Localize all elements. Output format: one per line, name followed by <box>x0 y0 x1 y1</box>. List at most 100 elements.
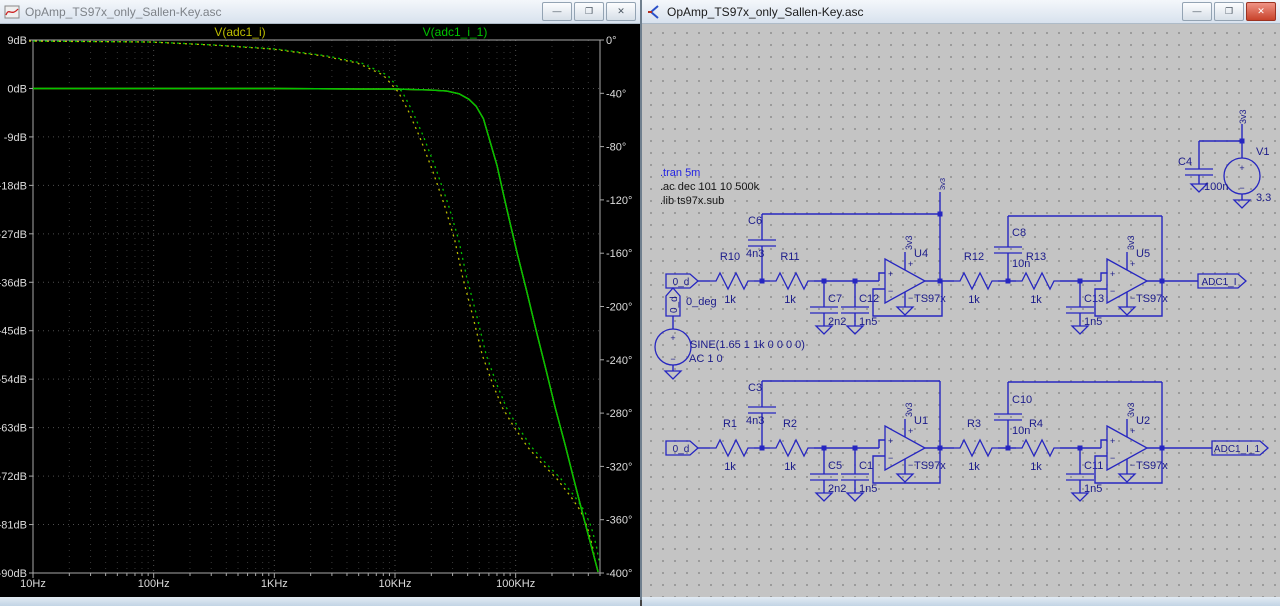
schematic-minimize-button[interactable]: — <box>1182 2 1212 21</box>
u1-part: TS97x <box>914 460 946 472</box>
schematic-drawing[interactable]: .tran 5m .ac dec 101 10 500k .lib ts97x.… <box>642 24 1277 592</box>
resistor-r11[interactable]: R11 1k <box>770 251 814 306</box>
waveform-minimize-button[interactable]: — <box>542 2 572 21</box>
opamp-u4[interactable]: + − + − 3v3 U4 TS97x <box>872 235 946 317</box>
capacitor-c10[interactable]: C10 10n <box>994 382 1032 448</box>
net-label-3v3-stub[interactable]: 3v3 <box>938 178 947 190</box>
y-left-tick-label: -18dB <box>0 180 27 192</box>
trace-label-adc1-i[interactable]: V(adc1_i) <box>214 25 265 39</box>
c12-name: C12 <box>859 293 879 305</box>
y-right-tick-label: -40° <box>606 88 626 100</box>
waveform-window: OpAmp_TS97x_only_Sallen-Key.asc — ❐ ✕ 9d… <box>0 0 642 606</box>
waveform-maximize-button[interactable]: ❐ <box>574 2 604 21</box>
r4-value: 1k <box>1030 461 1042 473</box>
source-plus: + <box>670 333 675 343</box>
minimize-icon: — <box>1192 6 1202 16</box>
y-right-tick-label: -160° <box>606 248 632 260</box>
y-left-tick-label: 0dB <box>7 83 27 95</box>
phase-curve-1 <box>32 40 600 562</box>
c6-value: 4n3 <box>746 248 764 260</box>
c7-value: 2n2 <box>828 316 846 328</box>
y-left-tick-label: -54dB <box>0 374 27 386</box>
port-adc1-i[interactable]: ADC1_I <box>1197 273 1247 289</box>
source-label: 0_deg <box>686 296 717 308</box>
u2-minus-input: − <box>1110 453 1115 463</box>
v1-minus: − <box>1239 183 1244 193</box>
c11-name: C11 <box>1084 460 1103 472</box>
r1-value: 1k <box>724 461 736 473</box>
spice-directive-ac[interactable]: .ac dec 101 10 500k <box>660 181 760 193</box>
y-left-tick-label: -27dB <box>0 229 27 241</box>
close-icon: ✕ <box>617 6 625 16</box>
x-tick-label: 1KHz <box>261 578 288 590</box>
schematic-maximize-button[interactable]: ❐ <box>1214 2 1244 21</box>
capacitor-c7[interactable]: C7 2n2 <box>810 281 846 335</box>
y-right-tick-label: -320° <box>606 461 632 473</box>
spice-directive-lib[interactable]: .lib ts97x.sub <box>660 195 724 207</box>
svg-text:ADC1_I_1: ADC1_I_1 <box>1214 444 1261 455</box>
phase-curve-0 <box>28 40 596 562</box>
resistor-r2[interactable]: R2 1k <box>770 418 814 473</box>
schematic-canvas[interactable]: .tran 5m .ac dec 101 10 500k .lib ts97x.… <box>642 24 1280 597</box>
r2-name: R2 <box>783 418 797 430</box>
minimize-icon: — <box>552 6 562 16</box>
waveform-plot-area[interactable]: 9dB 0dB -9dB -18dB -27dB -36dB -45dB -54dB -63dB… <box>0 24 640 597</box>
port-0d-bottom[interactable]: 0_d <box>665 440 699 456</box>
capacitor-c3[interactable]: C3 4n3 <box>746 381 776 448</box>
v1-value: 3.3 <box>1256 192 1271 204</box>
c7-name: C7 <box>828 293 842 305</box>
resistor-r3[interactable]: R3 1k <box>954 418 998 473</box>
y-right-tick-label: -360° <box>606 515 632 527</box>
resistor-r12[interactable]: R12 1k <box>954 251 998 306</box>
bode-plot[interactable]: 9dB 0dB -9dB -18dB -27dB -36dB -45dB -54dB -63dB… <box>0 24 638 592</box>
capacitor-c5[interactable]: C5 2n2 <box>810 448 846 502</box>
r2-value: 1k <box>784 461 796 473</box>
u4-name: U4 <box>914 248 928 260</box>
r10-value: 1k <box>724 294 736 306</box>
u2-name: U2 <box>1136 415 1150 427</box>
schematic-close-button[interactable]: ✕ <box>1246 2 1276 21</box>
waveform-window-title: OpAmp_TS97x_only_Sallen-Key.asc <box>25 4 222 19</box>
y-right-tick-label: -200° <box>606 302 632 314</box>
c5-value: 2n2 <box>828 483 846 495</box>
schematic-titlebar[interactable]: OpAmp_TS97x_only_Sallen-Key.asc — ❐ ✕ <box>642 0 1280 24</box>
port-0d-top[interactable]: 0_d <box>665 273 699 289</box>
waveform-app-icon <box>4 4 20 20</box>
port-0d-source[interactable]: 0_d <box>665 287 681 317</box>
u2-vminus-pin: − <box>1130 460 1135 470</box>
ground-symbol <box>1117 473 1137 483</box>
c1-value: 1n5 <box>859 483 877 495</box>
u2-plus-input: + <box>1110 436 1115 446</box>
waveform-window-bottom-border <box>0 597 640 606</box>
schematic-window-controls: — ❐ ✕ <box>1182 2 1276 21</box>
power-supply-v1[interactable]: 3v3 + − V1 3.3 <box>1223 109 1271 209</box>
capacitor-c1[interactable]: C1 1n5 <box>841 448 877 502</box>
magnitude-curve-1 <box>33 87 599 573</box>
v1-plus: + <box>1239 163 1244 173</box>
opamp-u2[interactable]: + − + − 3v3 U2 TS97x <box>1094 402 1168 484</box>
schematic-window-title: OpAmp_TS97x_only_Sallen-Key.asc <box>667 4 864 19</box>
y-left-tick-label: -45dB <box>0 326 27 338</box>
capacitor-c6[interactable]: C6 4n3 <box>746 214 776 281</box>
trace-label-adc1-i-1[interactable]: V(adc1_i_1) <box>423 25 488 39</box>
ground-symbol <box>663 370 683 380</box>
u2-vplus-pin: + <box>1130 426 1135 436</box>
c1-name: C1 <box>859 460 873 472</box>
y-right-tick-label: 0° <box>606 35 617 47</box>
opamp-u5[interactable]: + − + − 3v3 U5 TS97x <box>1094 235 1168 317</box>
c3-value: 4n3 <box>746 415 764 427</box>
u1-plus-input: + <box>888 436 893 446</box>
waveform-titlebar[interactable]: OpAmp_TS97x_only_Sallen-Key.asc — ❐ ✕ <box>0 0 640 24</box>
v1-name: V1 <box>1256 146 1269 158</box>
opamp-u1[interactable]: + − + − 3v3 U1 TS97x <box>872 402 946 484</box>
x-tick-label: 100Hz <box>138 578 170 590</box>
u5-name: U5 <box>1136 248 1150 260</box>
waveform-window-controls: — ❐ ✕ <box>542 2 636 21</box>
r4-name: R4 <box>1029 418 1043 430</box>
capacitor-c8[interactable]: C8 10n <box>994 216 1030 281</box>
port-adc1-i-1[interactable]: ADC1_I_1 <box>1211 440 1269 456</box>
spice-directive-tran[interactable]: .tran 5m <box>660 167 700 179</box>
waveform-close-button[interactable]: ✕ <box>606 2 636 21</box>
u4-vplus-pin: + <box>908 259 913 269</box>
capacitor-c4[interactable]: C4 100n <box>1178 140 1242 193</box>
